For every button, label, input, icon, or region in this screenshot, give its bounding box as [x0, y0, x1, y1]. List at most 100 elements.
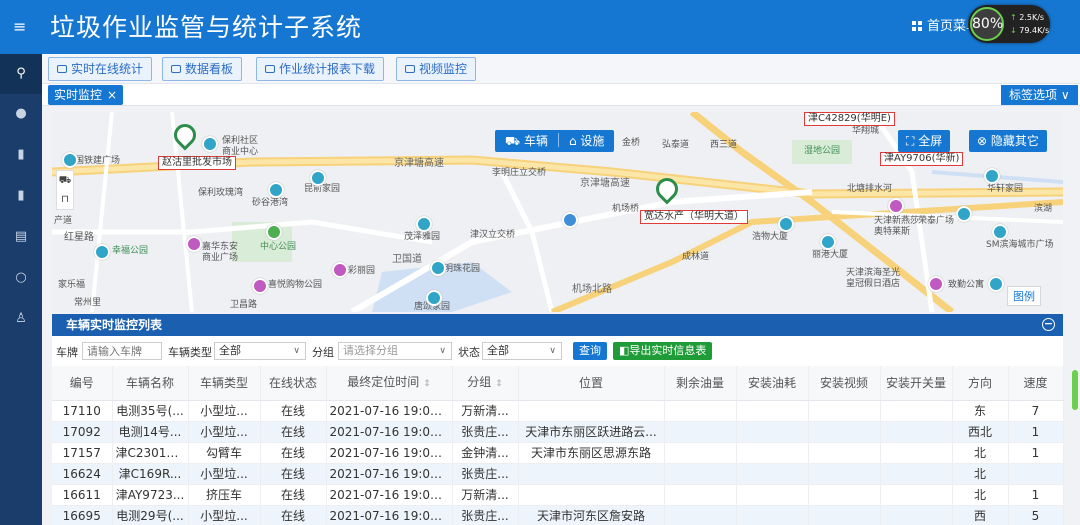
plate-input[interactable]: [82, 342, 162, 360]
vehicle-label[interactable]: 津AY9706(华新): [880, 152, 964, 166]
status-select[interactable]: 全部 ∨: [482, 342, 562, 360]
poi-pin[interactable]: [426, 290, 442, 306]
table-row[interactable]: 17110 电测35号(... 小型垃... 在线 2021-07-16 19:07:1…: [52, 400, 1064, 422]
sort-icon[interactable]: ⇕: [495, 379, 503, 389]
table-cell: 北: [952, 463, 1009, 485]
sidebar: ⚲ ● ▮ ▮ ▤ ○ ♙: [0, 54, 42, 525]
column-header[interactable]: 安装开关量: [880, 366, 953, 401]
map-place: 家乐福: [58, 280, 86, 290]
column-header[interactable]: 方向: [952, 366, 1009, 401]
table-cell: 东: [952, 400, 1009, 422]
vehicle-type-select[interactable]: 全部 ∨: [214, 342, 306, 360]
poi-pin[interactable]: [62, 152, 78, 168]
poi-pin[interactable]: [778, 216, 794, 232]
table-row[interactable]: 16624 津C169R... 小型垃... 在线 2021-07-16 19:07:1…: [52, 463, 1064, 485]
table-cell: [736, 505, 809, 525]
group-select[interactable]: 请选择分组 ∨: [338, 342, 452, 360]
poi-pin[interactable]: [266, 224, 282, 240]
map-layer-toggle: ⛟ 车辆 ⌂ 设施: [495, 130, 615, 152]
tag-options-button[interactable]: 标签选项 ∨: [1001, 85, 1078, 105]
sidebar-item-location[interactable]: ⚲: [0, 54, 42, 94]
map-place: 滨湖: [1034, 204, 1053, 214]
map-place: SM滨海城市广场: [986, 240, 1054, 250]
chevron-down-icon: ∨: [549, 346, 556, 356]
table-row[interactable]: 16611 津AY9723... 挤压车 在线 2021-07-16 19:07:11 万…: [52, 484, 1064, 506]
poi-pin[interactable]: [988, 276, 1004, 292]
column-header[interactable]: 编号: [52, 366, 113, 401]
table-cell: [664, 463, 737, 485]
video-monitor-button[interactable]: 视频监控: [396, 57, 477, 81]
poi-pin[interactable]: [928, 276, 944, 292]
column-header[interactable]: 速度: [1008, 366, 1064, 401]
poi-pin[interactable]: [94, 244, 110, 260]
truck-icon[interactable]: ⛟: [59, 175, 72, 186]
poi-pin[interactable]: [268, 182, 284, 198]
table-cell: 西北: [952, 421, 1009, 443]
tab-realtime-monitor[interactable]: 实时监控 ×: [48, 85, 124, 105]
table-row[interactable]: 16695 电测29号(... 小型垃... 在线 2021-07-16 19:07:1…: [52, 505, 1064, 525]
map-place: 李明庄立交桥: [492, 168, 547, 178]
table-cell: [880, 484, 953, 506]
poi-pin[interactable]: [956, 206, 972, 222]
vehicle-marker[interactable]: [651, 173, 683, 206]
table-cell: 2021-07-16 19:07:11: [326, 505, 453, 525]
network-speed-widget: 80% ↑ 2.5K/s ↓ 79.4K/s: [968, 5, 1050, 43]
export-button[interactable]: ◧导出实时信息表: [613, 342, 713, 360]
vehicle-layer-button[interactable]: ⛟ 车辆: [495, 130, 558, 152]
column-header[interactable]: 剩余油量: [664, 366, 737, 401]
vehicle-marker[interactable]: [169, 119, 201, 152]
table-cell: 津AY9723...: [112, 484, 189, 506]
map-place: 西三道: [710, 140, 738, 150]
sidebar-item-search[interactable]: ○: [0, 258, 42, 298]
close-icon[interactable]: ×: [107, 88, 117, 102]
poi-pin[interactable]: [202, 136, 218, 152]
sidebar-item-clipboard[interactable]: ▤: [0, 217, 42, 257]
sidebar-item-stats[interactable]: ▮: [0, 135, 42, 175]
sidebar-item-reports[interactable]: ▮: [0, 176, 42, 216]
column-header[interactable]: 车辆类型: [188, 366, 261, 401]
poi-pin[interactable]: [984, 168, 1000, 184]
vehicle-label[interactable]: 赵沽里批发市场: [158, 156, 236, 170]
poi-pin[interactable]: [416, 216, 432, 232]
map-place: 致勤公寓: [948, 280, 985, 290]
scroll-indicator[interactable]: [1072, 370, 1078, 410]
collapse-icon[interactable]: −: [1042, 318, 1055, 331]
table-row[interactable]: 17092 电测14号... 小型垃... 在线 2021-07-16 19:07:15…: [52, 421, 1064, 443]
column-header[interactable]: 安装油耗: [736, 366, 809, 401]
column-header[interactable]: 安装视频: [808, 366, 881, 401]
facility-layer-button[interactable]: ⌂ 设施: [559, 130, 614, 152]
sort-icon[interactable]: ⇕: [423, 379, 431, 389]
bookmark-icon[interactable]: ⊓: [61, 194, 69, 205]
menu-toggle-icon[interactable]: ≡: [13, 17, 26, 37]
sidebar-item-bulb[interactable]: ●: [0, 94, 42, 134]
poi-pin[interactable]: [186, 236, 202, 252]
column-header[interactable]: 车辆名称: [112, 366, 189, 401]
poi-pin[interactable]: [430, 260, 446, 276]
poi-pin[interactable]: [992, 224, 1008, 240]
query-button[interactable]: 查询: [573, 342, 607, 360]
poi-pin[interactable]: [310, 170, 326, 186]
column-header[interactable]: 在线状态: [260, 366, 327, 401]
table-row[interactable]: 17157 津C23015... 勾臂车 在线 2021-07-16 19:07:14 金…: [52, 442, 1064, 464]
legend-button[interactable]: 图例: [1007, 286, 1041, 306]
fullscreen-button[interactable]: ⛶ 全屏: [898, 130, 951, 152]
sidebar-item-user[interactable]: ♙: [0, 299, 42, 339]
map-view[interactable]: ⛟ ⊓ 中国铁建广场 保利社区 商业中心 保利玫瑰湾 砂谷港湾 昆俞家园 京津塘高…: [52, 112, 1063, 312]
vehicle-label[interactable]: 津C42829(华明E): [804, 112, 895, 126]
report-download-button[interactable]: 作业统计报表下载: [256, 57, 385, 81]
vehicle-label[interactable]: 宽达水产（华明大道）: [640, 210, 748, 224]
table-body: 17110 电测35号(... 小型垃... 在线 2021-07-16 19:07:1…: [52, 400, 1064, 525]
table-cell: 2021-07-16 19:07:13: [326, 463, 453, 485]
poi-pin[interactable]: [332, 262, 348, 278]
hide-other-button[interactable]: ⊗ 隐藏其它: [969, 130, 1047, 152]
map-mini-toolbar[interactable]: ⛟ ⊓: [56, 170, 74, 210]
online-stats-button[interactable]: 实时在线统计: [48, 57, 153, 81]
poi-pin[interactable]: [888, 198, 904, 214]
column-header[interactable]: 最终定位时间 ⇕: [326, 366, 453, 401]
poi-pin[interactable]: [820, 234, 836, 250]
poi-pin[interactable]: [252, 278, 268, 294]
column-header[interactable]: 分组 ⇕: [452, 366, 519, 401]
dashboard-button[interactable]: 数据看板: [162, 57, 243, 81]
parking-icon[interactable]: [562, 212, 578, 228]
column-header[interactable]: 位置: [518, 366, 665, 401]
